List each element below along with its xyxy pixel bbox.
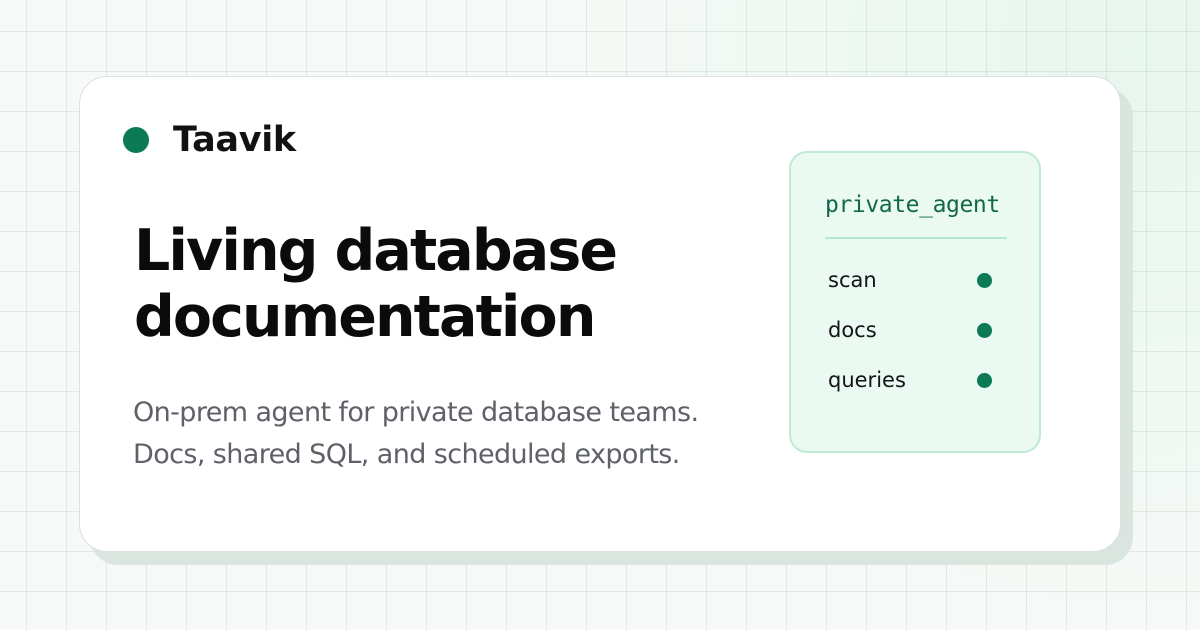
agent-item-docs: docs	[828, 315, 998, 345]
agent-item-label: scan	[828, 268, 877, 292]
agent-item-label: queries	[828, 368, 906, 392]
agent-item-label: docs	[828, 318, 877, 342]
panel-divider	[825, 237, 1007, 239]
status-dot-icon	[977, 373, 992, 388]
status-dot-icon	[977, 323, 992, 338]
status-dot-icon	[977, 273, 992, 288]
agent-panel-title: private_agent	[825, 192, 1000, 218]
brand-dot-icon	[123, 127, 149, 153]
brand-name: Taavik	[173, 120, 296, 160]
brand: Taavik	[123, 117, 296, 163]
agent-item-queries: queries	[828, 365, 998, 395]
subtitle: On-prem agent for private database teams…	[133, 392, 753, 476]
page-title: Living database documentation	[134, 218, 734, 350]
subtitle-line-2: Docs, shared SQL, and scheduled exports.	[133, 439, 680, 470]
subtitle-line-1: On-prem agent for private database teams…	[133, 397, 699, 428]
agent-item-scan: scan	[828, 265, 998, 295]
headline-line-2: documentation	[134, 284, 596, 350]
headline-line-1: Living database	[134, 218, 618, 284]
agent-status-panel: private_agent scan docs queries	[789, 151, 1041, 453]
